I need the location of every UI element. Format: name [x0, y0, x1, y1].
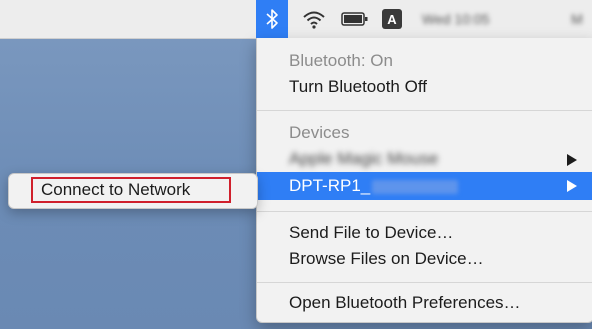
input-source-label: A [382, 9, 402, 29]
user-menu-extra[interactable]: M [562, 0, 592, 38]
menu-separator [257, 211, 592, 212]
connect-to-network-item[interactable]: Connect to Network [31, 177, 231, 203]
device-dpt-rp1-label: DPT-RP1_ [289, 176, 371, 195]
menu-separator [257, 282, 592, 283]
device-item-dpt-rp1[interactable]: DPT-RP1_ [257, 172, 592, 200]
device-mouse-label: Apple Magic Mouse [289, 149, 439, 168]
browse-files-label: Browse Files on Device… [289, 249, 484, 268]
turn-bluetooth-off-item[interactable]: Turn Bluetooth Off [257, 74, 592, 100]
bluetooth-menu-extra[interactable] [256, 0, 288, 38]
bluetooth-status-label: Bluetooth: On [289, 51, 393, 70]
device-submenu: Connect to Network [8, 173, 258, 209]
wifi-icon [303, 11, 325, 29]
device-dpt-rp1-label-wrap: DPT-RP1_ [289, 172, 459, 200]
redacted-serial [372, 179, 459, 194]
device-item-mouse[interactable]: Apple Magic Mouse [257, 146, 592, 172]
bluetooth-menu: Bluetooth: On Turn Bluetooth Off Devices… [256, 38, 592, 323]
battery-icon [341, 12, 368, 26]
wifi-menu-extra[interactable] [297, 0, 331, 38]
browse-files-item[interactable]: Browse Files on Device… [257, 246, 592, 272]
open-bluetooth-preferences-label: Open Bluetooth Preferences… [289, 293, 521, 312]
battery-menu-extra[interactable] [338, 0, 372, 38]
clock-menu-extra[interactable]: Wed 10:05 [416, 0, 542, 38]
open-bluetooth-preferences-item[interactable]: Open Bluetooth Preferences… [257, 290, 592, 316]
bluetooth-icon [266, 9, 278, 29]
menu-separator [257, 110, 592, 111]
input-source-menu-extra[interactable]: A [377, 0, 407, 38]
submenu-arrow-icon [567, 180, 577, 192]
devices-header: Devices [257, 120, 592, 146]
send-file-item[interactable]: Send File to Device… [257, 220, 592, 246]
menu-bar: A Wed 10:05 M [0, 0, 592, 39]
turn-bluetooth-off-label: Turn Bluetooth Off [289, 77, 427, 96]
bluetooth-status-item: Bluetooth: On [257, 48, 592, 74]
send-file-label: Send File to Device… [289, 223, 454, 242]
submenu-arrow-icon [567, 154, 577, 166]
devices-header-label: Devices [289, 123, 350, 142]
